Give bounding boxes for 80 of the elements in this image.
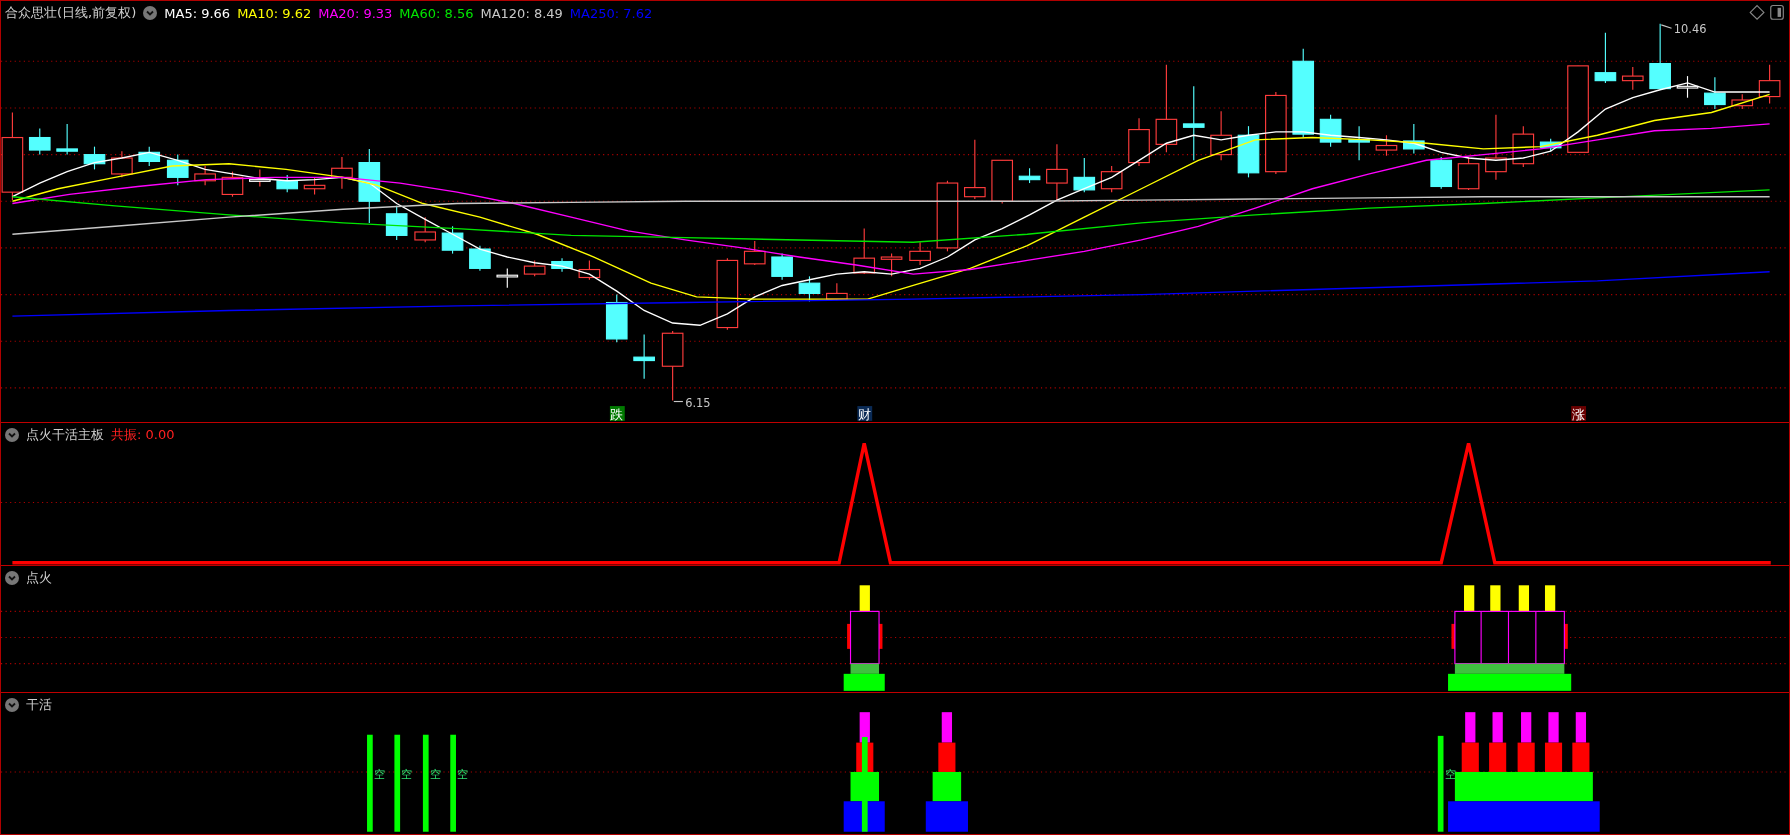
stock-title: 合众思壮(日线,前复权) [5,4,137,22]
empty-marker: 空 [401,766,413,781]
candlestick [853,228,876,275]
signal-label: 财 [857,406,873,422]
candlestick [56,123,78,156]
resonance-reading: 共振: 0.00 [111,426,175,444]
candlestick [1073,157,1096,193]
indicator-title: 干活 [26,696,52,714]
diamond-icon[interactable] [1749,4,1765,20]
candlestick [1319,114,1342,148]
moving-average-reading: MA5: 9.66 [164,5,231,21]
candlestick [826,282,848,301]
candlestick [523,259,546,277]
empty-marker: 空 [373,766,385,781]
moving-average-reading: MA250: 7.62 [569,5,653,21]
candlestick [1512,125,1535,168]
candlestick [964,139,986,200]
candlestick [1430,156,1453,190]
candlestick [1100,165,1123,193]
candlestick [331,156,353,190]
candlestick [991,159,1014,205]
candlestick [605,294,628,343]
candlestick [1210,110,1232,161]
moving-average-reading: MA10: 9.62 [237,5,312,21]
candlestick [28,127,51,156]
collapse-icon[interactable] [5,428,19,442]
moving-average-reading: MA120: 8.49 [480,5,563,21]
candlestick [111,150,133,178]
candlestick [1676,75,1699,99]
candlestick [1594,32,1617,84]
candlestick [1046,143,1068,201]
candlestick [1018,167,1041,184]
candlestick [221,171,244,198]
candlestick [496,267,519,289]
candlestick [414,216,437,243]
moving-average-reading: MA20: 9.33 [318,5,393,21]
indicator-title: 点火 [26,569,52,587]
candlestick [1237,125,1260,178]
candlestick [578,259,601,281]
candlestick [249,168,271,188]
candlestick [743,240,766,266]
empty-marker: 空 [1444,766,1456,781]
candlestick [936,180,959,252]
candlestick [1704,76,1726,110]
candlestick [1539,138,1562,152]
candlestick [194,165,216,186]
empty-marker: 空 [429,766,441,781]
candlestick [1348,125,1370,161]
candlestick [166,154,189,186]
indicator-title: 点火干活主板 [26,426,104,444]
signal-label: 涨 [1571,406,1587,422]
candlestick [1375,134,1398,157]
candlestick [661,330,684,401]
candlestick [1457,156,1480,191]
candlestick [1731,93,1754,110]
candlestick [1485,114,1507,181]
candlestick [469,245,491,272]
candlestick [880,253,903,277]
panel-toggle-icon[interactable] [1770,4,1784,20]
candlestick [909,241,931,266]
candlestick [551,257,573,273]
candlestick [138,146,161,167]
collapse-icon[interactable] [143,6,158,20]
candlestick [276,174,299,193]
candlestick [385,205,408,241]
candlestick [1621,66,1644,91]
signal-label: 跌 [609,406,625,422]
moving-average-reading: MA60: 8.56 [399,5,474,21]
candlestick [303,176,326,195]
collapse-icon[interactable] [5,698,19,712]
candlestick [441,225,464,255]
candlestick [83,146,106,170]
candlestick [1649,23,1671,90]
candlestick [1128,117,1150,167]
candlestick [633,333,655,380]
candlestick [771,253,793,281]
candlestick [1403,123,1425,155]
collapse-icon[interactable] [5,571,19,585]
empty-marker: 空 [457,766,469,781]
candlestick [1758,64,1781,104]
